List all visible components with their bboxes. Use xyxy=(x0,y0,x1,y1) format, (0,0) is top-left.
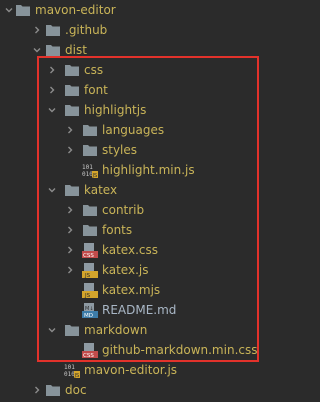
tree-label: github-markdown.min.css xyxy=(102,343,258,357)
tree-row-fonts[interactable]: fonts xyxy=(0,220,283,240)
chevron-down-icon[interactable] xyxy=(3,0,15,20)
tree-label: dist xyxy=(65,43,87,57)
tree-label: katex.mjs xyxy=(102,283,161,297)
tree-row-css[interactable]: css xyxy=(0,60,283,80)
css-file-icon: CSS xyxy=(82,342,98,359)
tree-row-github-markdown-min-css[interactable]: CSS github-markdown.min.css xyxy=(0,340,283,360)
tree-row-mavon-editor[interactable]: mavon-editor xyxy=(0,0,283,20)
tree-label: mavon-editor.js xyxy=(84,363,178,377)
tree-row-highlightjs[interactable]: highlightjs xyxy=(0,100,283,120)
svg-text:JS: JS xyxy=(84,293,91,298)
chevron-right-icon[interactable] xyxy=(64,200,76,220)
tree-label: css xyxy=(84,63,104,77)
tree-label: highlightjs xyxy=(84,103,147,117)
folder-icon xyxy=(82,223,98,237)
binary-file-icon: 101 010 JS xyxy=(64,362,80,379)
css-file-icon: CSS xyxy=(82,242,98,259)
svg-text:101: 101 xyxy=(64,364,75,371)
chevron-down-icon[interactable] xyxy=(31,40,43,60)
chevron-right-icon[interactable] xyxy=(31,20,43,40)
md-file-icon: M↓ MD xyxy=(82,302,98,319)
chevron-right-icon[interactable] xyxy=(46,80,58,100)
tree-label: katex xyxy=(84,183,118,197)
tree-label: katex.js xyxy=(102,263,149,277)
chevron-down-icon[interactable] xyxy=(46,100,58,120)
js-file-icon: JS xyxy=(82,262,98,279)
tree-label: languages xyxy=(102,123,165,137)
binary-file-icon: 101 010 JS xyxy=(82,162,98,179)
tree-label: katex.css xyxy=(102,243,158,257)
folder-icon xyxy=(64,63,80,77)
tree-row-markdown[interactable]: markdown xyxy=(0,320,283,340)
tree-label: fonts xyxy=(102,223,133,237)
tree-row-github[interactable]: .github xyxy=(0,20,283,40)
svg-text:JS: JS xyxy=(92,173,98,178)
folder-icon xyxy=(64,183,80,197)
folder-icon xyxy=(64,103,80,117)
tree-row-katex-mjs[interactable]: JS katex.mjs xyxy=(0,280,283,300)
svg-text:JS: JS xyxy=(74,373,80,378)
tree-label: markdown xyxy=(84,323,148,337)
folder-icon xyxy=(15,3,31,17)
tree-row-mavon-editor-js[interactable]: 101 010 JS mavon-editor.js xyxy=(0,360,283,380)
tree-label: styles xyxy=(102,143,138,157)
chevron-right-icon[interactable] xyxy=(64,220,76,240)
tree-row-highlight-min-js[interactable]: 101 010 JS highlight.min.js xyxy=(0,160,283,180)
folder-icon xyxy=(64,323,80,337)
tree-row-readme-md[interactable]: M↓ MD README.md xyxy=(0,300,283,320)
tree-row-contrib[interactable]: contrib xyxy=(0,200,283,220)
svg-text:101: 101 xyxy=(82,164,93,171)
chevron-down-icon[interactable] xyxy=(46,320,58,340)
folder-icon xyxy=(82,123,98,137)
chevron-right-icon[interactable] xyxy=(64,120,76,140)
folder-icon xyxy=(45,23,61,37)
tree-label: README.md xyxy=(102,303,177,317)
tree-label: highlight.min.js xyxy=(102,163,195,177)
tree-label: doc xyxy=(65,383,87,397)
tree-row-styles[interactable]: styles xyxy=(0,140,283,160)
svg-text:CSS: CSS xyxy=(83,253,94,258)
folder-icon xyxy=(82,203,98,217)
folder-icon xyxy=(45,383,61,397)
js-file-icon: JS xyxy=(82,282,98,299)
folder-icon xyxy=(82,143,98,157)
chevron-right-icon[interactable] xyxy=(46,60,58,80)
tree-row-doc[interactable]: doc xyxy=(0,380,283,400)
tree-label: contrib xyxy=(102,203,145,217)
chevron-right-icon[interactable] xyxy=(64,140,76,160)
tree-row-dist[interactable]: dist xyxy=(0,40,283,60)
chevron-right-icon[interactable] xyxy=(64,240,76,260)
tree-row-katex-js[interactable]: JS katex.js xyxy=(0,260,283,280)
chevron-right-icon[interactable] xyxy=(31,380,43,400)
tree-label: mavon-editor xyxy=(35,3,116,17)
tree-row-languages[interactable]: languages xyxy=(0,120,283,140)
tree-row-font[interactable]: font xyxy=(0,80,283,100)
chevron-down-icon[interactable] xyxy=(46,180,58,200)
tree-row-katex-css[interactable]: CSS katex.css xyxy=(0,240,283,260)
svg-text:JS: JS xyxy=(84,273,91,278)
folder-icon xyxy=(45,43,61,57)
tree-label: font xyxy=(84,83,108,97)
folder-icon xyxy=(64,83,80,97)
project-tree: mavon-editor .github dist css font highl… xyxy=(0,0,283,400)
chevron-right-icon[interactable] xyxy=(64,260,76,280)
svg-text:MD: MD xyxy=(84,313,93,318)
tree-row-katex[interactable]: katex xyxy=(0,180,283,200)
tree-label: .github xyxy=(65,23,108,37)
svg-text:CSS: CSS xyxy=(83,353,94,358)
